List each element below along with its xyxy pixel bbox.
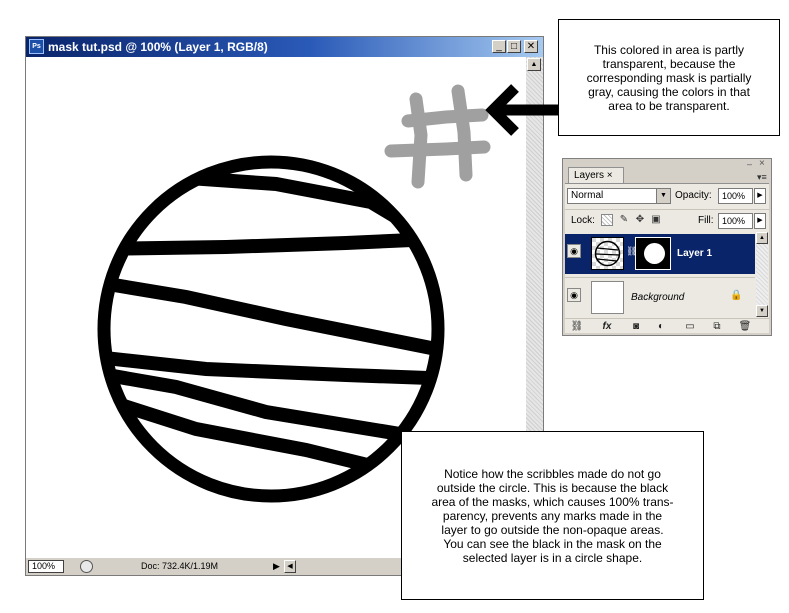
layer-row-layer-1[interactable]: ◉ ⛓ Layer 1 — [565, 234, 755, 274]
pointer-arrow — [485, 84, 560, 136]
document-size-info: Doc: 732.4K/1.19M — [141, 561, 219, 571]
opacity-label: Opacity: — [675, 190, 712, 201]
scroll-up-icon[interactable]: ▲ — [527, 58, 541, 71]
panel-close-icon[interactable]: × — [759, 158, 765, 169]
eye-icon[interactable]: ◉ — [567, 244, 581, 258]
layer-row-background[interactable]: ◉ Background 🔒 — [565, 277, 755, 317]
scroll-left-icon[interactable]: ◀ — [284, 560, 296, 573]
layer-name[interactable]: Layer 1 — [677, 248, 712, 259]
eye-icon[interactable]: ◉ — [567, 288, 581, 302]
partial-transparent-mark — [384, 84, 491, 189]
panel-menu-icon[interactable]: ▾≡ — [757, 172, 767, 183]
add-mask-icon[interactable]: ◙ — [628, 320, 644, 333]
layers-panel: – × Layers × ▾≡ Normal ▼ Opacity: 100% ▶… — [562, 158, 772, 336]
close-button[interactable]: ✕ — [524, 40, 538, 53]
new-layer-icon[interactable]: ⧉ — [709, 320, 725, 333]
lock-all-icon[interactable]: ▣ — [650, 214, 662, 226]
blend-mode-value: Normal — [571, 190, 604, 201]
opacity-slider-arrow-icon[interactable]: ▶ — [754, 188, 766, 204]
fill-label: Fill: — [698, 215, 714, 226]
trash-icon[interactable]: 🗑 — [737, 320, 753, 333]
maximize-button[interactable]: □ — [507, 40, 521, 53]
lock-image-pixels-icon[interactable]: ✎ — [618, 214, 630, 226]
layers-panel-footer: ⛓ fx ◙ ◐ ▭ ⧉ 🗑 — [565, 318, 769, 335]
lock-label: Lock: — [571, 215, 595, 226]
layer-style-icon[interactable]: fx — [599, 320, 615, 333]
lock-transparent-pixels-icon[interactable] — [601, 214, 613, 226]
callout-transparency: This colored in area is partly transpare… — [558, 19, 780, 136]
layer-thumbnail[interactable] — [591, 237, 624, 270]
panel-minimize-icon[interactable]: – — [747, 159, 752, 169]
zoom-input[interactable]: 100% — [28, 560, 64, 573]
mask-circle-shape — [644, 243, 665, 264]
layer-thumbnail[interactable] — [591, 281, 624, 314]
layer-name[interactable]: Background — [631, 292, 684, 303]
link-layers-icon[interactable]: ⛓ — [569, 320, 585, 333]
folder-icon[interactable]: ▭ — [682, 320, 698, 333]
fill-input[interactable]: 100% — [718, 213, 753, 229]
status-menu-arrow-icon[interactable]: ▶ — [271, 560, 282, 573]
scroll-up-icon[interactable]: ▲ — [756, 232, 768, 244]
lock-position-icon[interactable]: ✥ — [634, 214, 646, 226]
tab-layers[interactable]: Layers × — [568, 167, 624, 183]
document-titlebar[interactable]: Ps mask tut.psd @ 100% (Layer 1, RGB/8) … — [26, 37, 543, 57]
photoshop-icon: Ps — [29, 39, 44, 54]
fill-slider-arrow-icon[interactable]: ▶ — [754, 213, 766, 229]
blend-mode-select[interactable]: Normal ▼ — [567, 188, 671, 204]
adjustment-layer-icon[interactable]: ◐ — [653, 320, 669, 333]
callout-mask-explanation: Notice how the scribbles made do not go … — [401, 431, 704, 600]
lock-row: Lock: ✎ ✥ ▣ Fill: 100% ▶ — [565, 209, 769, 230]
document-title: mask tut.psd @ 100% (Layer 1, RGB/8) — [48, 40, 268, 54]
scroll-down-icon[interactable]: ▼ — [756, 305, 768, 317]
chevron-down-icon[interactable]: ▼ — [656, 189, 670, 203]
layer-list: ◉ ⛓ Layer 1 ◉ Background 🔒 — [565, 231, 755, 317]
status-options-icon[interactable] — [80, 560, 93, 573]
layer-thumbnail-art — [594, 240, 621, 267]
layers-panel-body: Normal ▼ Opacity: 100% ▶ Lock: ✎ ✥ ▣ Fil… — [565, 183, 769, 333]
layers-scrollbar[interactable]: ▲ ▼ — [756, 232, 768, 317]
lock-icon: 🔒 — [730, 290, 743, 301]
opacity-input[interactable]: 100% — [718, 188, 753, 204]
minimize-button[interactable]: _ — [492, 40, 506, 53]
layer-mask-thumbnail[interactable] — [635, 237, 671, 270]
